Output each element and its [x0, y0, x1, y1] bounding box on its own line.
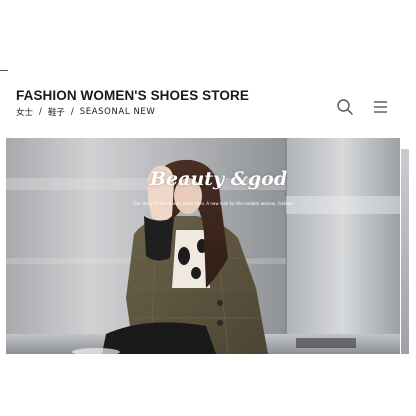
store-header: FASHION WOMEN'S SHOES STORE 女士 / 鞋子 / SE… — [16, 86, 400, 122]
hamburger-menu-icon — [374, 101, 387, 113]
carousel-next-peek[interactable] — [401, 149, 409, 354]
store-title: FASHION WOMEN'S SHOES STORE — [16, 88, 249, 103]
divider-tick — [0, 70, 8, 71]
search-button[interactable] — [336, 98, 354, 116]
breadcrumb-item-shoes[interactable]: 鞋子 — [48, 106, 65, 118]
breadcrumb-separator: / — [39, 107, 42, 117]
breadcrumb-separator: / — [70, 107, 74, 117]
breadcrumb: 女士 / 鞋子 / SEASONAL NEW — [16, 106, 155, 118]
store-page: FASHION WOMEN'S SHOES STORE 女士 / 鞋子 / SE… — [0, 0, 416, 416]
breadcrumb-item-seasonal-new[interactable]: SEASONAL NEW — [80, 107, 156, 117]
hero-caption: The story of this season starts here. A … — [133, 201, 293, 206]
menu-button[interactable] — [372, 98, 390, 116]
hero-brand-text: Beauty &god — [150, 168, 288, 190]
hero-banner[interactable]: Beauty &god The story of this season sta… — [6, 138, 400, 354]
search-icon — [337, 99, 353, 115]
breadcrumb-item-women[interactable]: 女士 — [16, 106, 33, 118]
